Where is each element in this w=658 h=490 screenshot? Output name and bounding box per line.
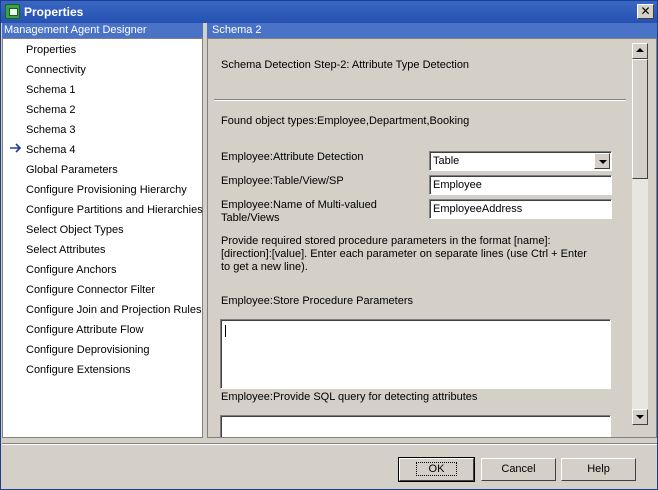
left-pane-header: Management Agent Designer (2, 23, 203, 38)
schema-content: Schema Detection Step-2: Attribute Type … (208, 39, 631, 437)
instructions-line3: to get a new line). (221, 261, 308, 273)
attribute-detection-value: Table (433, 155, 460, 167)
nav-item-schema-4[interactable]: Schema 4 (26, 140, 76, 160)
instructions-line2: [direction]:[value]. Enter each paramete… (221, 248, 587, 260)
attribute-detection-dropdown[interactable]: Table (429, 151, 612, 171)
attribute-detection-label: Employee:Attribute Detection (221, 151, 364, 163)
multivalued-label-line1: Employee:Name of Multi-valued (221, 199, 377, 211)
nav-item-schema-2[interactable]: Schema 2 (26, 100, 76, 120)
app-icon (5, 4, 20, 19)
sql-query-label: Employee:Provide SQL query for detecting… (221, 391, 478, 403)
help-button[interactable]: Help (561, 458, 636, 481)
nav-item-partitions-hierarchies[interactable]: Configure Partitions and Hierarchies (26, 200, 203, 220)
sql-query-textarea[interactable] (220, 415, 611, 437)
table-view-sp-input[interactable]: Employee (429, 175, 612, 195)
nav-item-select-object-types[interactable]: Select Object Types (26, 220, 124, 240)
scroll-thumb[interactable] (632, 59, 648, 179)
chevron-down-icon[interactable] (594, 153, 610, 169)
nav-item-deprovisioning[interactable]: Configure Deprovisioning (26, 340, 150, 360)
nav-item-global-parameters[interactable]: Global Parameters (26, 160, 118, 180)
found-object-types: Found object types:Employee,Department,B… (221, 115, 470, 127)
ok-button[interactable]: OK (398, 457, 475, 482)
nav-item-attribute-flow[interactable]: Configure Attribute Flow (26, 320, 143, 340)
multivalued-label-line2: Table/Views (221, 212, 280, 224)
nav-item-provisioning-hierarchy[interactable]: Configure Provisioning Hierarchy (26, 180, 187, 200)
nav-item-schema-1[interactable]: Schema 1 (26, 80, 76, 100)
close-icon: ✕ (640, 4, 651, 18)
divider (214, 99, 626, 101)
scroll-up-icon[interactable] (632, 43, 648, 59)
multivalued-input[interactable]: EmployeeAddress (429, 199, 612, 219)
nav-item-connectivity[interactable]: Connectivity (26, 60, 86, 80)
scroll-down-icon[interactable] (632, 409, 648, 425)
instructions-line1: Provide required stored procedure parame… (221, 235, 551, 247)
nav-item-configure-anchors[interactable]: Configure Anchors (26, 260, 117, 280)
vertical-scrollbar[interactable] (632, 43, 648, 425)
sp-params-textarea[interactable] (220, 319, 611, 389)
nav-item-extensions[interactable]: Configure Extensions (26, 360, 131, 380)
table-view-sp-label: Employee:Table/View/SP (221, 175, 344, 187)
window-title: Properties (24, 5, 84, 19)
close-button[interactable]: ✕ (637, 4, 654, 19)
properties-window: Properties ✕ Management Agent Designer P… (0, 0, 658, 490)
text-caret (225, 325, 226, 337)
nav-item-connector-filter[interactable]: Configure Connector Filter (26, 280, 155, 300)
current-step-arrow-icon (10, 143, 22, 153)
bottom-divider (2, 443, 657, 445)
nav-item-schema-3[interactable]: Schema 3 (26, 120, 76, 140)
ok-label: OK (415, 462, 458, 476)
sp-params-label: Employee:Store Procedure Parameters (221, 295, 413, 307)
schema-panel: Schema Detection Step-2: Attribute Type … (207, 38, 657, 438)
right-pane-header: Schema 2 (207, 23, 657, 38)
title-bar[interactable]: Properties ✕ (1, 1, 657, 23)
step-title: Schema Detection Step-2: Attribute Type … (221, 59, 470, 71)
navigation-tree[interactable]: Properties Connectivity Schema 1 Schema … (2, 38, 203, 438)
nav-item-select-attributes[interactable]: Select Attributes (26, 240, 106, 260)
nav-item-properties[interactable]: Properties (26, 40, 76, 60)
cancel-button[interactable]: Cancel (481, 458, 556, 481)
nav-item-join-projection-rules[interactable]: Configure Join and Projection Rules (26, 300, 202, 320)
